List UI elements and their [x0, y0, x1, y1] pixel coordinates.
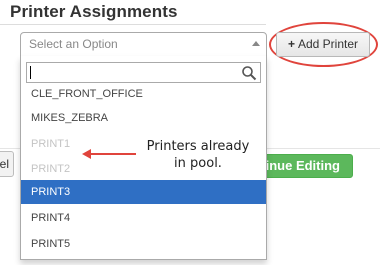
chevron-up-icon	[252, 41, 260, 46]
annotation-line-1: Printers already	[146, 139, 250, 154]
add-printer-button[interactable]: + Add Printer	[276, 32, 370, 57]
add-printer-label: Add Printer	[297, 37, 359, 51]
text-cursor	[30, 66, 31, 79]
title-divider	[0, 24, 266, 25]
option-item[interactable]: PRINT5	[21, 232, 266, 256]
option-item[interactable]: MIKES_ZEBRA	[21, 106, 266, 130]
select-placeholder: Select an Option	[29, 37, 118, 51]
search-icon	[242, 66, 257, 81]
annotation-callout: Printers already in pool.	[146, 138, 250, 172]
section-title: Printer Assignments	[10, 2, 178, 21]
arrow-left-icon	[82, 149, 136, 159]
cancel-button[interactable]: el	[0, 151, 14, 177]
plus-icon: +	[287, 37, 295, 51]
annotation-line-2: in pool.	[174, 156, 222, 171]
option-item-highlighted[interactable]: PRINT3	[21, 180, 266, 204]
search-input[interactable]	[26, 62, 261, 83]
printer-select[interactable]: Select an Option	[20, 32, 267, 57]
option-item[interactable]: PRINT4	[21, 206, 266, 230]
option-item[interactable]: CLE_FRONT_OFFICE	[21, 82, 266, 106]
